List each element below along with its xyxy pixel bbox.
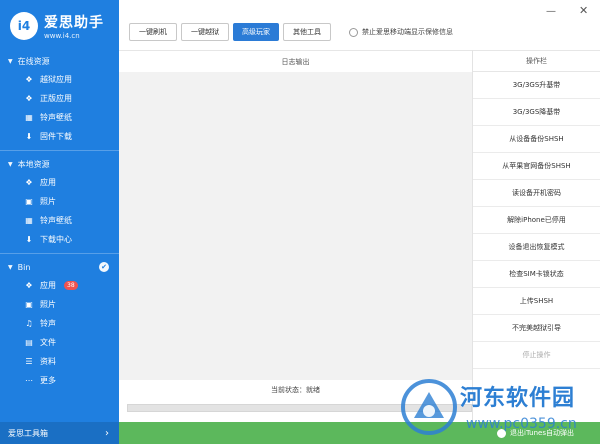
sidebar-item[interactable]: ▦ 铃声壁纸 <box>0 211 119 230</box>
tab-one-click-flash[interactable]: 一键刷机 <box>129 23 177 41</box>
sidebar-section-title: 在线资源 <box>17 56 50 66</box>
sidebar-item[interactable]: ❖ 应用 <box>0 173 119 192</box>
contact-icon: ☰ <box>25 357 33 366</box>
tab-one-click-jailbreak[interactable]: 一键越狱 <box>181 23 229 41</box>
sidebar-item[interactable]: ❖ 越狱应用 <box>0 70 119 89</box>
sidebar-item-label: 照片 <box>40 197 56 206</box>
sidebar-divider <box>0 150 119 151</box>
sidebar-item[interactable]: ▣ 照片 <box>0 192 119 211</box>
sidebar-section-header[interactable]: ▼ 在线资源 <box>0 52 119 70</box>
box-icon: ❖ <box>25 94 33 103</box>
box-icon: ❖ <box>25 75 33 84</box>
operation-button[interactable]: 不完美越狱引导 <box>473 315 600 342</box>
sidebar-item[interactable]: ▣ 照片 <box>0 295 119 314</box>
operation-button[interactable]: 停止操作 <box>473 342 600 369</box>
sidebar-section-title: Bin <box>17 262 31 272</box>
sidebar-item[interactable]: ☰ 资料 <box>0 352 119 371</box>
log-header: 日志输出 <box>119 50 472 72</box>
sidebar-item-label: 照片 <box>40 300 56 309</box>
operation-button[interactable]: 上传SHSH <box>473 288 600 315</box>
brand-badge-icon: i4 <box>10 12 38 40</box>
tab-other-tools[interactable]: 其他工具 <box>283 23 331 41</box>
sidebar-item[interactable]: ❖ 应用 38 <box>0 276 119 295</box>
operations-list: 3G/3GS升基带 3G/3GS降基带 从设备备份SHSH 从苹果官网备份SHSH 读设… <box>473 72 600 369</box>
photo-icon: ▣ <box>25 300 33 309</box>
download-icon: ⬇ <box>25 132 33 141</box>
box-icon: ❖ <box>25 281 33 290</box>
sidebar-item-label: 铃声壁纸 <box>40 216 72 225</box>
operation-button[interactable]: 设备退出恢复模式 <box>473 234 600 261</box>
warranty-checkbox-label: 禁止爱思移动端显示保修信息 <box>362 28 453 36</box>
sidebar-item[interactable]: ♫ 铃声 <box>0 314 119 333</box>
download-icon: ⬇ <box>25 235 33 244</box>
toolbox-label: 爱思工具箱 <box>8 428 48 438</box>
box-icon: ❖ <box>25 178 33 187</box>
operation-button[interactable]: 读设备开机密码 <box>473 180 600 207</box>
watermark-logo-icon <box>401 379 457 435</box>
sidebar-item-label: 文件 <box>40 338 56 347</box>
operation-button[interactable]: 3G/3GS降基带 <box>473 99 600 126</box>
triangle-down-icon: ▼ <box>8 160 13 168</box>
brand-name: 爱思助手 <box>44 15 104 31</box>
sidebar-item-label: 铃声 <box>40 319 56 328</box>
operations-header: 操作栏 <box>473 50 600 72</box>
watermark-url: www.pc0359.cn <box>466 416 577 432</box>
sidebar-item[interactable]: ⬇ 下载中心 <box>0 230 119 249</box>
warranty-checkbox[interactable]: 禁止爱思移动端显示保修信息 <box>349 27 453 37</box>
triangle-down-icon: ▼ <box>8 57 13 65</box>
radio-icon <box>349 27 358 37</box>
sidebar-item-label: 铃声壁纸 <box>40 113 72 122</box>
file-icon: ▤ <box>25 338 33 347</box>
bell-icon: ♫ <box>25 319 33 328</box>
watermark-title: 河东软件园 <box>460 385 576 411</box>
chevron-right-icon: › <box>105 427 109 439</box>
sidebar-item-label: 下载中心 <box>40 235 72 244</box>
sidebar: i4 爱思助手 www.i4.cn ▼ 在线资源 ❖ 越狱应用 ❖ 正版应用 ▦ 铃声壁纸 ⬇ 固… <box>0 0 119 444</box>
triangle-down-icon: ▼ <box>8 263 13 271</box>
sidebar-item-label: 正版应用 <box>40 94 72 103</box>
operations-panel: 操作栏 3G/3GS升基带 3G/3GS降基带 从设备备份SHSH 从苹果官网备份SH… <box>472 50 600 422</box>
sidebar-nav: ▼ 在线资源 ❖ 越狱应用 ❖ 正版应用 ▦ 铃声壁纸 ⬇ 固件下载 ▼ 本地资源 ❖ 应用 ▣ 照片 ▦ 铃声壁… <box>0 52 119 390</box>
grid-icon: ▦ <box>25 113 33 122</box>
operation-button[interactable]: 3G/3GS升基带 <box>473 72 600 99</box>
check-icon: ✔ <box>99 262 109 272</box>
sidebar-section-header[interactable]: ▼ 本地资源 <box>0 155 119 173</box>
sidebar-item[interactable]: ⋯ 更多 <box>0 371 119 390</box>
sidebar-item-label: 固件下载 <box>40 132 72 141</box>
sidebar-item-label: 应用 <box>40 178 56 187</box>
log-output[interactable] <box>119 72 472 380</box>
sidebar-item[interactable]: ▤ 文件 <box>0 333 119 352</box>
operation-button[interactable]: 从苹果官网备份SHSH <box>473 153 600 180</box>
tab-advanced-player[interactable]: 高级玩家 <box>233 23 279 41</box>
brand-logo: i4 爱思助手 www.i4.cn <box>0 0 119 52</box>
sidebar-divider <box>0 253 119 254</box>
sidebar-item-label: 越狱应用 <box>40 75 72 84</box>
sidebar-item[interactable]: ❖ 正版应用 <box>0 89 119 108</box>
sidebar-item-label: 更多 <box>40 376 56 385</box>
sidebar-item[interactable]: ⬇ 固件下载 <box>0 127 119 146</box>
grid-icon: ▦ <box>25 216 33 225</box>
toolbox-button[interactable]: 爱思工具箱 › <box>0 422 119 444</box>
minimize-button[interactable]: — <box>546 6 556 17</box>
sidebar-section-header[interactable]: ▼ Bin ✔ <box>0 258 119 276</box>
operation-button[interactable]: 解除iPhone已停用 <box>473 207 600 234</box>
sidebar-item-label: 应用 <box>40 281 56 290</box>
sidebar-section-title: 本地资源 <box>17 159 50 169</box>
sidebar-item[interactable]: ▦ 铃声壁纸 <box>0 108 119 127</box>
close-button[interactable]: ✕ <box>579 4 588 17</box>
more-icon: ⋯ <box>25 376 33 385</box>
operation-button[interactable]: 从设备备份SHSH <box>473 126 600 153</box>
photo-icon: ▣ <box>25 197 33 206</box>
brand-url: www.i4.cn <box>44 32 80 40</box>
top-toolbar: 一键刷机 一键越狱 高级玩家 其他工具 禁止爱思移动端显示保修信息 — ✕ <box>119 0 600 50</box>
count-badge: 38 <box>64 281 78 290</box>
sidebar-item-label: 资料 <box>40 357 56 366</box>
operation-button[interactable]: 检查SIM卡锁状态 <box>473 261 600 288</box>
watermark: 河东软件园 www.pc0359.cn <box>400 376 600 444</box>
